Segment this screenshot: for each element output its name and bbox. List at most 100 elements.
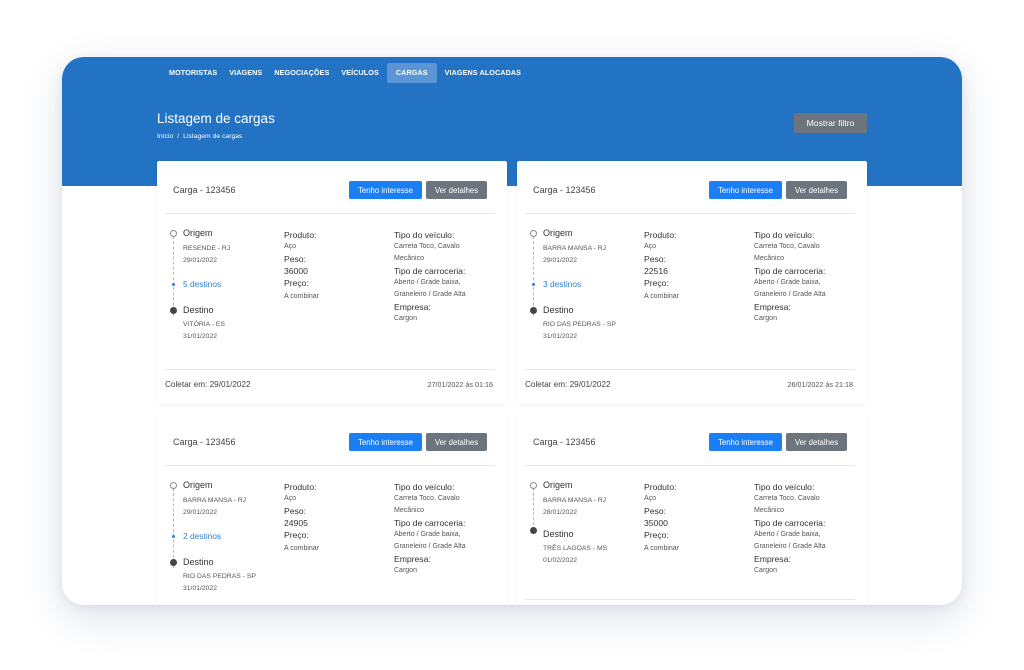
- top-nav: MOTORISTAS VIAGENS NEGOCIAÇÕES VEÍCULOS …: [163, 63, 527, 83]
- divider: [165, 369, 495, 370]
- waypoint-marker-icon: [172, 535, 175, 538]
- details-button[interactable]: Ver detalhes: [426, 433, 487, 451]
- page-title: Listagem de cargas: [157, 111, 275, 126]
- cargo-card: Carga - 123456 Tenho interesse Ver detal…: [157, 161, 507, 404]
- cargo-info: Produto: Aço Peso: 22516 Preço: A combin…: [644, 229, 744, 303]
- product-value: Aço: [644, 243, 657, 250]
- company-label: Empresa:: [754, 554, 791, 564]
- origin-city: BARRA MANSA - RJ: [543, 245, 607, 252]
- interest-button[interactable]: Tenho interesse: [349, 181, 422, 199]
- nav-item-motoristas[interactable]: MOTORISTAS: [163, 63, 223, 83]
- details-button[interactable]: Ver detalhes: [786, 433, 847, 451]
- nav-item-viagens-alocadas[interactable]: VIAGENS ALOCADAS: [439, 63, 527, 83]
- destination-date: 31/01/2022: [183, 333, 218, 340]
- divider: [525, 213, 855, 214]
- body-type-label: Tipo de carroceria:: [394, 518, 466, 528]
- divider: [165, 213, 495, 214]
- vehicle-info: Tipo do veículo: Carreta Toco, Cavalo Me…: [754, 229, 858, 325]
- destination-city: VITÓRIA - ES: [183, 321, 225, 328]
- product-value: Aço: [644, 495, 657, 502]
- vehicle-type-value: Carreta Toco, Cavalo: [394, 243, 460, 250]
- collect-date: Coletar em: 29/01/2022: [525, 380, 611, 389]
- destination-date: 31/01/2022: [543, 333, 578, 340]
- interest-button[interactable]: Tenho interesse: [349, 433, 422, 451]
- product-value: Aço: [284, 495, 297, 502]
- show-filter-button[interactable]: Mostrar filtro: [794, 113, 867, 133]
- collect-date: Coletar em: 29/01/2022: [165, 380, 251, 389]
- origin-date: 28/01/2022: [543, 509, 578, 516]
- card-header: Carga - 123456 Tenho interesse Ver detal…: [517, 413, 867, 461]
- interest-button[interactable]: Tenho interesse: [709, 181, 782, 199]
- vehicle-type-label: Tipo do veículo:: [394, 230, 455, 240]
- product-label: Produto:: [644, 482, 677, 492]
- breadcrumb-separator: /: [177, 133, 180, 140]
- origin-marker-icon: [530, 482, 537, 489]
- price-label: Preço:: [284, 278, 309, 288]
- product-label: Produto:: [284, 482, 317, 492]
- origin-city: RESENDE - RJ: [183, 245, 231, 252]
- card-title: Carga - 123456: [533, 185, 596, 195]
- vehicle-type-label: Tipo do veículo:: [754, 482, 815, 492]
- nav-item-negociacoes[interactable]: NEGOCIAÇÕES: [268, 63, 335, 83]
- route-timeline: Origem BARRA MANSA - RJ 28/01/2022 Desti…: [529, 480, 639, 605]
- product-value: Aço: [284, 243, 297, 250]
- body-type-value-2: Graneleiro / Grade Alta: [754, 543, 826, 550]
- origin-label: Origem: [543, 480, 573, 490]
- card-title: Carga - 123456: [173, 185, 236, 195]
- route-line: [173, 488, 174, 568]
- cargo-card: Carga - 123456 Tenho interesse Ver detal…: [517, 161, 867, 404]
- body-type-label: Tipo de carroceria:: [754, 266, 826, 276]
- destination-label: Destino: [543, 529, 574, 539]
- vehicle-type-value: Carreta Toco, Cavalo: [394, 495, 460, 502]
- divider: [525, 465, 855, 466]
- route-timeline: Origem BARRA MANSA - RJ 29/01/2022 3 des…: [529, 228, 639, 359]
- cargo-info: Produto: Aço Peso: 35000 Preço: A combin…: [644, 481, 744, 555]
- vehicle-type-value-2: Mecânico: [754, 255, 784, 262]
- destination-date: 31/01/2022: [183, 585, 218, 592]
- company-value: Cargon: [394, 315, 417, 322]
- body-type-value-2: Graneleiro / Grade Alta: [394, 291, 466, 298]
- details-button[interactable]: Ver detalhes: [426, 181, 487, 199]
- weight-value: 24905: [284, 518, 308, 528]
- destinations-link[interactable]: 2 destinos: [183, 531, 221, 541]
- nav-item-veiculos[interactable]: VEÍCULOS: [335, 63, 385, 83]
- company-value: Cargon: [394, 567, 417, 574]
- cargo-info: Produto: Aço Peso: 24905 Preço: A combin…: [284, 481, 384, 555]
- product-label: Produto:: [644, 230, 677, 240]
- card-header: Carga - 123456 Tenho interesse Ver detal…: [157, 161, 507, 209]
- nav-item-cargas[interactable]: CARGAS: [386, 63, 437, 83]
- destinations-link[interactable]: 5 destinos: [183, 279, 221, 289]
- vehicle-type-value: Carreta Toco, Cavalo: [754, 495, 820, 502]
- vehicle-info: Tipo do veículo: Carreta Toco, Cavalo Me…: [754, 481, 858, 577]
- origin-date: 29/01/2022: [183, 257, 218, 264]
- body-type-value: Aberto / Grade baixa,: [394, 531, 461, 538]
- body-type-value: Aberto / Grade baixa,: [394, 279, 461, 286]
- route-line: [533, 236, 534, 316]
- cargo-card: Carga - 123456 Tenho interesse Ver detal…: [157, 413, 507, 605]
- origin-city: BARRA MANSA - RJ: [543, 497, 607, 504]
- divider: [165, 465, 495, 466]
- route-timeline: Origem RESENDE - RJ 29/01/2022 5 destino…: [169, 228, 279, 359]
- weight-label: Peso:: [644, 254, 666, 264]
- origin-label: Origem: [543, 228, 573, 238]
- price-value: A combinar: [644, 293, 680, 300]
- body-type-label: Tipo de carroceria:: [394, 266, 466, 276]
- weight-value: 36000: [284, 266, 308, 276]
- nav-item-viagens[interactable]: VIAGENS: [223, 63, 268, 83]
- price-label: Preço:: [644, 278, 669, 288]
- destinations-link[interactable]: 3 destinos: [543, 279, 581, 289]
- details-button[interactable]: Ver detalhes: [786, 181, 847, 199]
- origin-marker-icon: [530, 230, 537, 237]
- destination-city: TRÊS LAGOAS - MS: [543, 545, 608, 552]
- vehicle-info: Tipo do veículo: Carreta Toco, Cavalo Me…: [394, 229, 498, 325]
- weight-value: 35000: [644, 518, 668, 528]
- company-label: Empresa:: [394, 554, 431, 564]
- body-type-value-2: Graneleiro / Grade Alta: [754, 291, 826, 298]
- interest-button[interactable]: Tenho interesse: [709, 433, 782, 451]
- destination-label: Destino: [543, 305, 574, 315]
- breadcrumb-home[interactable]: Início: [157, 133, 173, 140]
- company-value: Cargon: [754, 315, 777, 322]
- body-type-value: Aberto / Grade baixa,: [754, 279, 821, 286]
- origin-date: 29/01/2022: [543, 257, 578, 264]
- destination-label: Destino: [183, 305, 214, 315]
